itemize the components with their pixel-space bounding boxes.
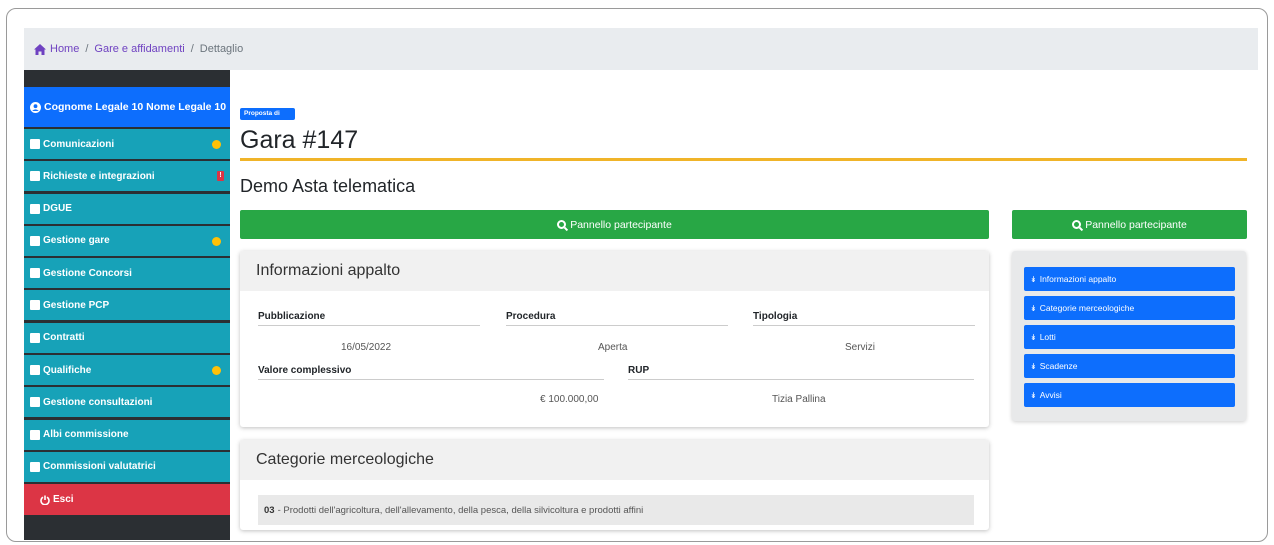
status-badge: Proposta di aggiudicazione (240, 108, 295, 129)
sidebar-item-label: Gestione Concorsi (43, 267, 132, 279)
sidebar-item-label: Albi commissione (43, 429, 129, 441)
valore-label: Valore complessivo (258, 365, 604, 380)
rup-label: RUP (628, 365, 974, 380)
sidebar: Cognome Legale 10 Nome Legale 10 Comunic… (24, 70, 230, 540)
logout-button[interactable]: Esci (24, 484, 230, 516)
chevron-double-down-icon: ↡ (1030, 274, 1037, 284)
category-text: - Prodotti dell'agricoltura, dell'alleva… (277, 504, 644, 516)
user-profile-link[interactable]: Cognome Legale 10 Nome Legale 10 (24, 87, 230, 127)
breadcrumb: Home / Gare e affidamenti / Dettaglio (24, 28, 1258, 70)
sidebar-item-dgue[interactable]: DGUE (24, 193, 230, 224)
chevron-double-down-icon: ↡ (1030, 390, 1037, 400)
sidebar-item-label: Contratti (43, 332, 85, 344)
notification-badge: ! (217, 171, 224, 182)
sidebar-item-contratti[interactable]: Contratti (24, 322, 230, 353)
paper-plane-icon (30, 171, 40, 182)
sidebar-item-albi-commissione[interactable]: Albi commissione (24, 419, 230, 450)
chair-icon (30, 268, 40, 279)
procedura-label: Procedura (506, 311, 728, 326)
info-card: Informazioni appalto Pubblicazione Proce… (240, 251, 989, 427)
title-divider (240, 158, 1247, 161)
envelope-icon (30, 139, 40, 149)
breadcrumb-section-link[interactable]: Gare e affidamenti (94, 43, 184, 55)
breadcrumb-home-link[interactable]: Home (50, 43, 79, 55)
participant-panel-button-side[interactable]: Pannello partecipante (1012, 210, 1247, 239)
home-icon (34, 43, 46, 55)
edit-icon (30, 203, 40, 214)
chevron-double-down-icon: ↡ (1030, 361, 1037, 371)
breadcrumb-current: Dettaglio (199, 43, 244, 55)
sidebar-item-label: Gestione PCP (43, 299, 110, 311)
nav-label: Lotti (1039, 332, 1056, 342)
categories-card: Categorie merceologiche 03 - Prodotti de… (240, 440, 989, 530)
chevron-double-down-icon: ↡ (1030, 303, 1037, 313)
calendar-icon (30, 235, 40, 246)
sidebar-item-comunicazioni[interactable]: Comunicazioni (24, 129, 230, 159)
list-item: 03 - Prodotti dell'agricoltura, dell'all… (258, 495, 974, 525)
glasses-icon (30, 461, 40, 472)
notification-dot (212, 140, 221, 149)
search-icon (1072, 220, 1082, 229)
megaphone-icon (30, 397, 40, 408)
nav-label: Informazioni appalto (1039, 274, 1117, 284)
tipologia-value: Servizi (845, 342, 876, 353)
breadcrumb-separator: / (190, 43, 194, 55)
power-icon (40, 495, 50, 505)
procedura-value: Aperta (598, 342, 628, 353)
user-circle-icon (30, 101, 41, 113)
notification-dot (212, 366, 221, 376)
sidebar-item-gestione-consultazioni[interactable]: Gestione consultazioni (24, 387, 230, 418)
nav-categorie-merceologiche[interactable]: ↡ Categorie merceologiche (1024, 296, 1235, 320)
sidebar-item-label: Gestione consultazioni (43, 396, 153, 408)
search-icon (557, 220, 567, 229)
sidebar-item-richieste[interactable]: Richieste e integrazioni ! (24, 161, 230, 192)
info-card-header: Informazioni appalto (240, 251, 989, 291)
page-subtitle: Demo Asta telematica (240, 176, 416, 196)
nav-label: Categorie merceologiche (1039, 303, 1135, 313)
nav-label: Avvisi (1039, 390, 1062, 400)
sidebar-item-gestione-concorsi[interactable]: Gestione Concorsi (24, 258, 230, 289)
sidebar-item-commissioni-valutatrici[interactable]: Commissioni valutatrici (24, 451, 230, 482)
sidebar-item-gestione-gare[interactable]: Gestione gare (24, 225, 230, 256)
sidebar-menu: Comunicazioni Richieste e integrazioni !… (24, 129, 230, 518)
nav-avvisi[interactable]: ↡ Avvisi (1024, 383, 1235, 407)
sidebar-item-label: Qualifiche (43, 364, 92, 376)
participant-panel-button[interactable]: Pannello partecipante (240, 210, 989, 239)
sidebar-item-label: DGUE (43, 203, 72, 215)
page-title: Gara #147 (240, 126, 359, 154)
pubblicazione-label: Pubblicazione (258, 311, 480, 326)
folder-icon (30, 429, 40, 440)
chevron-double-down-icon: ↡ (1030, 332, 1037, 342)
nav-label: Scadenze (1039, 361, 1078, 371)
logout-label: Esci (53, 494, 74, 506)
nav-scadenze[interactable]: ↡ Scadenze (1024, 354, 1235, 378)
sidebar-item-qualifiche[interactable]: Qualifiche (24, 355, 230, 386)
check-square-icon (30, 332, 40, 343)
nav-lotti[interactable]: ↡ Lotti (1024, 325, 1235, 349)
category-code: 03 (264, 504, 275, 516)
tipologia-label: Tipologia (753, 311, 975, 326)
notification-dot (212, 236, 221, 246)
sidebar-item-gestione-pcp[interactable]: Gestione PCP (24, 290, 230, 321)
participant-panel-label: Pannello partecipante (570, 218, 672, 231)
breadcrumb-separator: / (85, 43, 89, 55)
sidebar-item-label: Richieste e integrazioni (43, 170, 155, 182)
valore-value: € 100.000,00 (540, 394, 599, 405)
sidebar-item-label: Comunicazioni (43, 138, 115, 150)
flask-icon (30, 300, 40, 311)
sidebar-item-label: Commissioni valutatrici (43, 461, 156, 473)
user-name: Cognome Legale 10 Nome Legale 10 (44, 101, 227, 113)
folder-icon (30, 365, 40, 376)
side-nav-panel: ↡ Informazioni appalto ↡ Categorie merce… (1012, 251, 1246, 421)
nav-informazioni-appalto[interactable]: ↡ Informazioni appalto (1024, 267, 1235, 291)
participant-panel-label: Pannello partecipante (1085, 218, 1187, 231)
sidebar-item-label: Gestione gare (43, 235, 110, 247)
pubblicazione-value: 16/05/2022 (341, 342, 392, 353)
categories-card-header: Categorie merceologiche (240, 440, 989, 480)
rup-value: Tizia Pallina (772, 394, 826, 405)
